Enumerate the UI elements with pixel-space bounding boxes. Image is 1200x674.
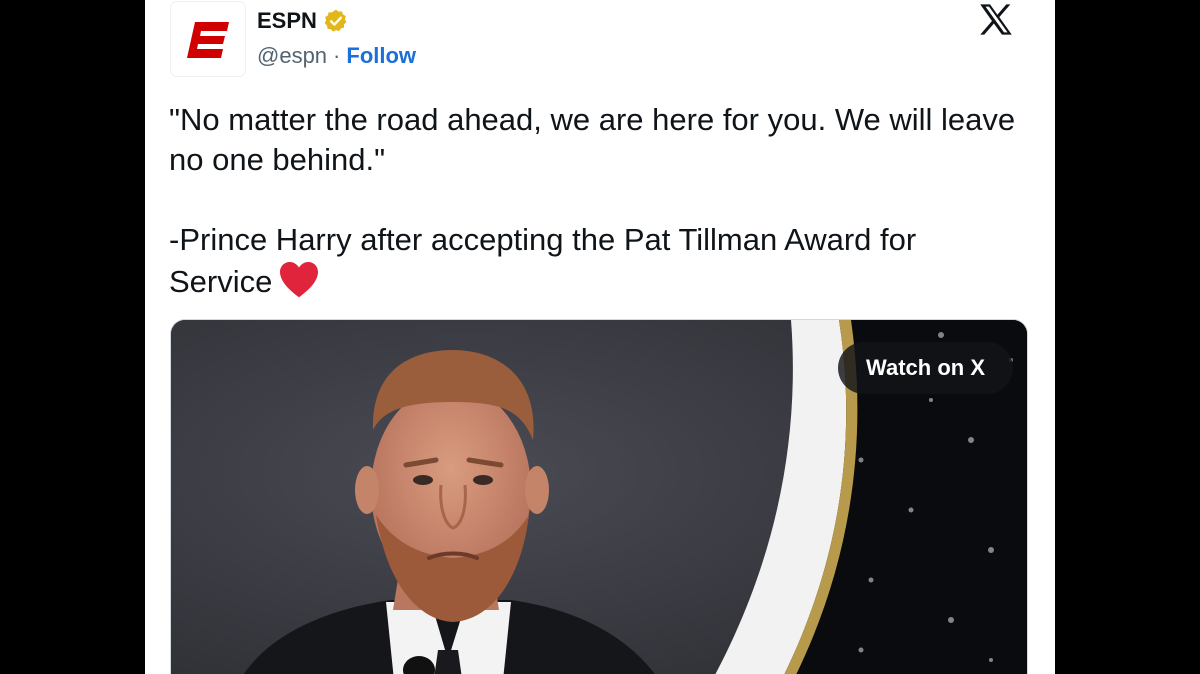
x-logo-icon[interactable] bbox=[975, 0, 1017, 42]
verified-badge-icon bbox=[324, 9, 347, 32]
tweet-embed-card: ESPN @espn · Follow "No matter the road … bbox=[145, 0, 1055, 674]
account-name-row: ESPN bbox=[257, 8, 349, 34]
follow-button[interactable]: Follow bbox=[346, 43, 416, 69]
handle[interactable]: @espn bbox=[257, 43, 327, 69]
handle-row: @espn · Follow bbox=[257, 43, 416, 69]
video-media[interactable]: Watch on X bbox=[171, 320, 1027, 674]
watch-on-x-button[interactable]: Watch on X bbox=[838, 342, 1013, 394]
avatar[interactable] bbox=[171, 2, 245, 76]
espn-logo-icon bbox=[187, 22, 229, 58]
tweet-text: "No matter the road ahead, we are here f… bbox=[169, 100, 1019, 302]
separator-dot: · bbox=[333, 43, 341, 68]
tweet-header: ESPN @espn · Follow bbox=[169, 0, 1039, 80]
tweet-quote: "No matter the road ahead, we are here f… bbox=[169, 102, 1016, 177]
heart-icon bbox=[280, 261, 319, 298]
screen: ESPN @espn · Follow "No matter the road … bbox=[0, 0, 1200, 674]
display-name[interactable]: ESPN bbox=[257, 8, 317, 34]
